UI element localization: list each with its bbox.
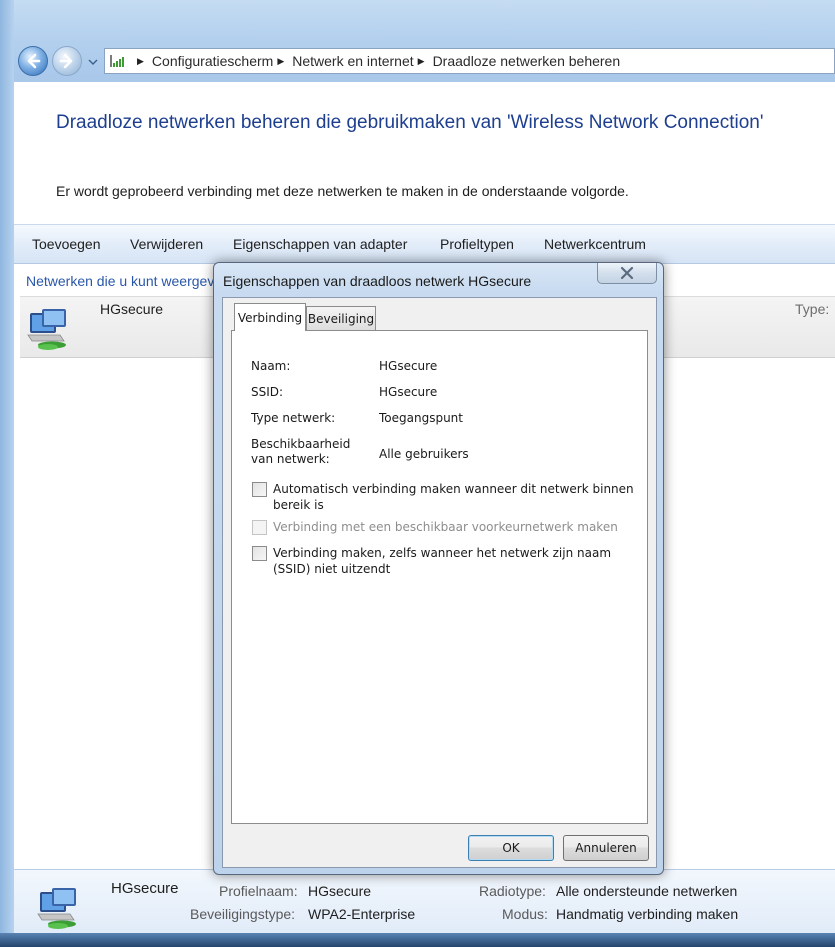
wireless-properties-dialog: Eigenschappen van draadloos netwerk HGse… [213, 262, 664, 875]
mode-label: Modus: [502, 906, 548, 922]
remove-button[interactable]: Verwijderen [130, 236, 203, 252]
preferred-network-checkbox: Verbinding met een beschikbaar voorkeurn… [252, 519, 637, 535]
network-type-label: Type: [795, 301, 830, 317]
back-button[interactable] [18, 46, 48, 76]
navigation-bar: ▶ Configuratiescherm ▶ Netwerk en intern… [14, 42, 835, 82]
close-button[interactable] [597, 263, 657, 284]
breadcrumb-arrow-icon[interactable]: ▶ [277, 56, 284, 67]
dialog-body: Verbinding Beveiliging Naam: HGsecure SS… [222, 297, 657, 868]
wireless-computers-icon [37, 888, 76, 929]
ssid-label: SSID: [251, 385, 284, 399]
radio-type-value: Alle ondersteunde netwerken [556, 883, 738, 899]
tab-verbinding[interactable]: Verbinding [234, 303, 306, 331]
availability-value: Alle gebruikers [379, 447, 469, 461]
name-value: HGsecure [379, 359, 438, 373]
add-button[interactable]: Toevoegen [32, 236, 101, 252]
history-dropdown-icon[interactable] [88, 58, 98, 66]
checkbox-box[interactable] [252, 482, 267, 497]
network-name: HGsecure [100, 301, 164, 317]
command-toolbar: Toevoegen Verwijderen Eigenschappen van … [14, 224, 835, 264]
breadcrumb-arrow-icon[interactable]: ▶ [137, 56, 144, 67]
auto-connect-checkbox[interactable]: Automatisch verbinding maken wanneer dit… [252, 481, 637, 513]
details-network-name: HGsecure [111, 880, 179, 897]
security-type-value: WPA2-Enterprise [308, 906, 416, 922]
cancel-button[interactable]: Annuleren [563, 835, 649, 861]
profile-types-button[interactable]: Profieltypen [440, 236, 514, 252]
dialog-title: Eigenschappen van draadloos netwerk HGse… [223, 273, 532, 289]
preferred-network-label: Verbinding met een beschikbaar voorkeurn… [273, 520, 618, 534]
checkbox-box[interactable] [252, 546, 267, 561]
page-title: Draadloze netwerken beheren die gebruikm… [56, 112, 764, 133]
profile-name-label: Profielnaam: [219, 883, 298, 899]
ssid-value: HGsecure [379, 385, 438, 399]
forward-button[interactable] [52, 46, 82, 76]
breadcrumb-manage-wireless[interactable]: Draadloze netwerken beheren [433, 53, 621, 69]
address-bar[interactable]: ▶ Configuratiescherm ▶ Netwerk en intern… [104, 48, 835, 74]
ok-button[interactable]: OK [468, 835, 554, 861]
profile-name-value: HGsecure [308, 883, 372, 899]
checkbox-box [252, 520, 267, 535]
breadcrumb-control-panel[interactable]: Configuratiescherm [152, 53, 273, 69]
hidden-ssid-label: Verbinding maken, zelfs wanneer het netw… [273, 546, 612, 576]
network-center-button[interactable]: Netwerkcentrum [544, 236, 646, 252]
taskbar [0, 933, 835, 947]
breadcrumb-network-internet[interactable]: Netwerk en internet [292, 53, 413, 69]
wireless-computers-icon [27, 309, 66, 350]
close-icon [620, 266, 634, 280]
network-signal-icon [110, 55, 124, 67]
auto-connect-label: Automatisch verbinding maken wanneer dit… [273, 482, 634, 512]
connection-tab-panel: Naam: HGsecure SSID: HGsecure Type netwe… [231, 330, 648, 824]
forward-arrow-icon [59, 53, 73, 69]
tab-beveiliging[interactable]: Beveiliging [306, 306, 376, 330]
security-type-label: Beveiligingstype: [190, 906, 296, 922]
network-type-value: Toegangspunt [379, 411, 463, 425]
network-type-label: Type netwerk: [251, 411, 336, 425]
back-arrow-icon [27, 53, 41, 69]
window-frame [0, 0, 14, 947]
availability-label: Beschikbaarheid van netwerk: [251, 437, 351, 466]
page-description: Er wordt geprobeerd verbinding met deze … [56, 183, 629, 199]
breadcrumb-arrow-icon[interactable]: ▶ [418, 56, 425, 67]
radio-type-label: Radiotype: [479, 883, 546, 899]
adapter-properties-button[interactable]: Eigenschappen van adapter [233, 236, 407, 252]
hidden-ssid-checkbox[interactable]: Verbinding maken, zelfs wanneer het netw… [252, 545, 637, 577]
mode-value: Handmatig verbinding maken [556, 906, 739, 922]
name-label: Naam: [251, 359, 291, 373]
